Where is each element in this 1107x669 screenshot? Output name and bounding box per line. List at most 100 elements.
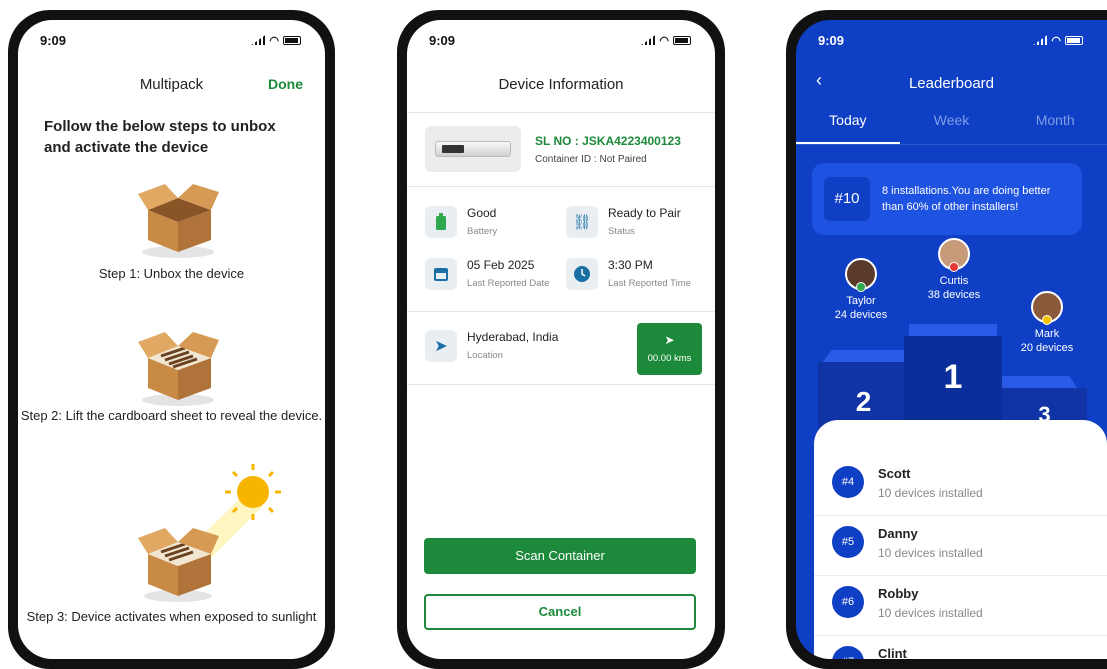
tab-today[interactable]: Today: [796, 112, 900, 144]
list-item[interactable]: #4 Scott 10 devices installed: [814, 456, 1107, 516]
signal-icon: [641, 35, 656, 45]
rank-list: #4 Scott 10 devices installed #5 Danny 1…: [814, 420, 1107, 659]
podium-top-2: [823, 350, 909, 362]
list-name: Danny: [878, 526, 918, 541]
battery-icon: [673, 35, 691, 45]
my-rank-text: 8 installations.You are doing better tha…: [882, 185, 1051, 213]
divider: [407, 384, 715, 385]
box-in-sunlight-icon: [138, 464, 281, 602]
podium-person-2: Taylor 24 devices: [826, 258, 896, 322]
list-name: Clint: [878, 646, 907, 659]
signal-icon: [251, 35, 266, 45]
battery-icon: [283, 35, 301, 45]
phone-multipack: 9:09 ◠ Multipack Done Follow the below s…: [8, 10, 335, 669]
tabs-divider: [796, 144, 1107, 145]
list-name: Scott: [878, 466, 911, 481]
avatar: [1031, 291, 1063, 325]
page-title: Device Information: [498, 76, 624, 93]
date-info: 05 Feb 2025 Last Reported Date: [425, 258, 549, 290]
status-time: 9:09: [818, 32, 845, 48]
done-button[interactable]: Done: [268, 76, 303, 92]
instructions-heading: Follow the below steps to unbox and acti…: [44, 118, 276, 156]
divider: [407, 112, 715, 113]
list-rank: #6: [832, 586, 864, 618]
leaderboard-screen: 9:09 ◠ ‹ Leaderboard Today Week Month #1…: [796, 20, 1107, 659]
signal-icon: [1033, 35, 1048, 45]
list-item[interactable]: #5 Danny 10 devices installed: [814, 516, 1107, 576]
tab-month[interactable]: Month: [1003, 112, 1107, 144]
step-2-text: Step 2: Lift the cardboard sheet to reve…: [20, 408, 323, 423]
navigate-icon: ➤: [664, 333, 675, 347]
device-info-screen: 9:09 ◠ Device Information SL NO : JSKA42…: [407, 20, 715, 659]
link-icon: ⛓: [566, 206, 598, 238]
serial-number: SL NO : JSKA4223400123: [535, 134, 681, 148]
person-devices: 24 devices: [834, 309, 888, 321]
container-id: Container ID : Not Paired: [535, 154, 647, 165]
date-value: 05 Feb 2025: [467, 258, 535, 272]
wifi-icon: ◠: [269, 34, 279, 47]
person-devices: 20 devices: [1020, 342, 1074, 354]
list-item[interactable]: #7 Clint: [814, 636, 1107, 659]
cancel-button[interactable]: Cancel: [424, 594, 696, 630]
battery-status-icon: [425, 206, 457, 238]
multipack-screen: 9:09 ◠ Multipack Done Follow the below s…: [18, 20, 325, 659]
battery-icon: [1065, 35, 1083, 45]
list-rank: #7: [832, 646, 864, 659]
list-rank: #5: [832, 526, 864, 558]
podium-person-3: Mark 20 devices: [1010, 291, 1084, 355]
open-box-icon: [138, 184, 219, 258]
status-icons: ◠: [1033, 34, 1083, 47]
person-name: Taylor: [846, 295, 876, 307]
distance-value: 00.00 kms: [647, 353, 692, 364]
status-info: ⛓ Ready to Pair Status: [566, 206, 681, 238]
phone-leaderboard: 9:09 ◠ ‹ Leaderboard Today Week Month #1…: [786, 10, 1107, 669]
tab-week[interactable]: Week: [900, 112, 1004, 144]
distance-button[interactable]: ➤ 00.00 kms: [637, 323, 702, 375]
status-time: 9:09: [429, 32, 456, 48]
divider: [407, 186, 715, 187]
divider: [407, 311, 715, 312]
my-rank: #10: [824, 177, 870, 221]
list-sub: 10 devices installed: [878, 606, 983, 620]
podium-person-1: Curtis 38 devices: [914, 238, 994, 302]
avatar: [845, 258, 877, 292]
location-value: Hyderabad, India: [467, 330, 559, 344]
status-label: Status: [608, 226, 635, 237]
time-label: Last Reported Time: [608, 278, 691, 289]
status-icons: ◠: [251, 34, 301, 47]
location-info: ➤ Hyderabad, India Location: [425, 330, 558, 362]
podium-top-1: [909, 324, 997, 336]
status-time: 9:09: [40, 32, 67, 48]
time-info: 3:30 PM Last Reported Time: [566, 258, 691, 290]
step-3-text: Step 3: Device activates when exposed to…: [26, 609, 317, 624]
person-name: Curtis: [939, 275, 969, 287]
my-rank-card: #10 8 installations.You are doing better…: [812, 163, 1082, 235]
page-title: Leaderboard: [908, 75, 995, 92]
person-devices: 38 devices: [927, 289, 981, 301]
wifi-icon: ◠: [659, 34, 669, 47]
list-item[interactable]: #6 Robby 10 devices installed: [814, 576, 1107, 636]
step-1-text: Step 1: Unbox the device: [98, 266, 245, 281]
navigation-arrow-icon: ➤: [425, 330, 457, 362]
scan-container-button[interactable]: Scan Container: [424, 538, 696, 574]
box-with-sheet-icon: [138, 332, 219, 406]
clock-icon: [566, 258, 598, 290]
person-name: Mark: [1034, 328, 1060, 340]
list-sub: 10 devices installed: [878, 546, 983, 560]
battery-label: Battery: [467, 226, 498, 237]
wifi-icon: ◠: [1051, 34, 1061, 47]
calendar-icon: [425, 258, 457, 290]
battery-value: Good: [467, 206, 497, 220]
period-tabs: Today Week Month: [796, 112, 1107, 144]
status-bar: 9:09 ◠: [407, 20, 715, 60]
status-icons: ◠: [641, 34, 691, 47]
battery-info: Good Battery: [425, 206, 497, 238]
list-sub: 10 devices installed: [878, 486, 983, 500]
phone-device-info: 9:09 ◠ Device Information SL NO : JSKA42…: [397, 10, 725, 669]
time-value: 3:30 PM: [608, 258, 653, 272]
podium-top-3: [1002, 376, 1077, 388]
status-bar: 9:09 ◠: [18, 20, 325, 60]
date-label: Last Reported Date: [467, 278, 550, 289]
device-image: [425, 126, 521, 172]
list-name: Robby: [878, 586, 919, 601]
